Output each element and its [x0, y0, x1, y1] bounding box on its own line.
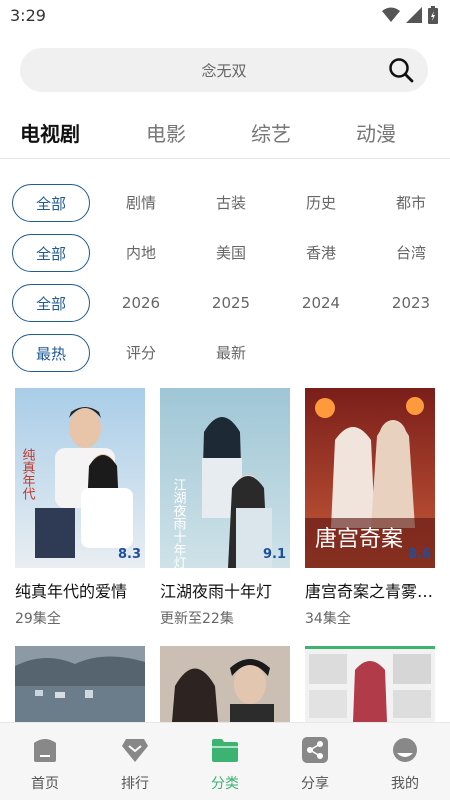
card-title: 唐宫奇案之青雾… — [305, 582, 434, 601]
nav-share[interactable]: 分享 — [285, 737, 345, 793]
filter-genre-urban[interactable]: 都市 — [372, 184, 450, 222]
bottom-nav: 首页 排行 分类 分享 我的 — [0, 722, 450, 800]
nav-profile-label: 我的 — [391, 776, 419, 792]
sort-latest[interactable]: 最新 — [192, 334, 270, 372]
poster-image[interactable]: 纯真年代 8.3 — [15, 388, 145, 568]
nav-category[interactable]: 分类 — [195, 737, 255, 793]
poster-image[interactable]: 唐宫奇案 8.6 — [305, 388, 435, 568]
tab-divider — [0, 158, 450, 159]
nav-category-label: 分类 — [211, 776, 239, 792]
diamond-icon — [122, 739, 148, 762]
svg-text:纯真年代: 纯真年代 — [20, 448, 36, 501]
profile-icon — [393, 738, 417, 762]
filter-year-2023[interactable]: 2023 — [372, 284, 450, 322]
poster-image[interactable] — [305, 646, 435, 722]
status-time: 3:29 — [10, 6, 46, 25]
filter-region-mainland[interactable]: 内地 — [102, 234, 180, 272]
filter-year-2026[interactable]: 2026 — [102, 284, 180, 322]
nav-home-label: 首页 — [31, 776, 59, 792]
tab-anime[interactable]: 动漫 — [356, 118, 396, 147]
filter-region-us[interactable]: 美国 — [192, 234, 270, 272]
nav-home[interactable]: 首页 — [15, 737, 75, 793]
filter-year-2025[interactable]: 2025 — [192, 284, 270, 322]
nav-ranking[interactable]: 排行 — [105, 737, 165, 793]
filter-year-2024[interactable]: 2024 — [282, 284, 360, 322]
home-icon — [34, 739, 56, 762]
filter-region-all[interactable]: 全部 — [12, 234, 90, 272]
filter-region-tw[interactable]: 台湾 — [372, 234, 450, 272]
status-icons — [382, 6, 438, 24]
poster-image[interactable] — [15, 646, 145, 722]
nav-profile[interactable]: 我的 — [375, 737, 435, 793]
episode-status: 34集全 — [305, 611, 351, 627]
category-tabs: 电视剧 电影 综艺 动漫 — [0, 110, 450, 158]
sort-rating[interactable]: 评分 — [102, 334, 180, 372]
sort-filter-row: 最热 评分 最新 — [12, 334, 442, 372]
poster-title-text: 唐宫奇案 — [315, 527, 403, 552]
search-bar[interactable]: 念无双 — [20, 48, 428, 92]
filter-region-hk[interactable]: 香港 — [282, 234, 360, 272]
poster-title-text: 江湖夜雨十年灯 — [171, 478, 187, 568]
filter-genre-history[interactable]: 历史 — [282, 184, 360, 222]
tab-variety[interactable]: 综艺 — [251, 118, 291, 147]
filter-genre-drama[interactable]: 剧情 — [102, 184, 180, 222]
rating-badge: 8.6 — [407, 547, 431, 562]
sort-hot[interactable]: 最热 — [12, 334, 90, 372]
signal-icon — [406, 7, 422, 23]
nav-ranking-label: 排行 — [121, 776, 149, 792]
filter-year-all[interactable]: 全部 — [12, 284, 90, 322]
tab-movie[interactable]: 电影 — [146, 118, 186, 147]
card-title: 江湖夜雨十年灯 — [160, 582, 273, 601]
filter-genre-costume[interactable]: 古装 — [192, 184, 270, 222]
poster-image[interactable] — [160, 646, 290, 722]
genre-filter-row: 全部 剧情 古装 历史 都市 — [12, 184, 442, 222]
year-filter-row: 全部 2026 2025 2024 2023 — [12, 284, 442, 322]
tab-tv[interactable]: 电视剧 — [20, 118, 80, 147]
search-placeholder: 念无双 — [201, 62, 247, 80]
region-filter-row: 全部 内地 美国 香港 台湾 — [12, 234, 442, 272]
wifi-icon — [382, 7, 400, 22]
card-title: 纯真年代的爱情 — [15, 582, 128, 601]
folder-icon — [212, 739, 238, 762]
battery-icon — [428, 6, 438, 24]
episode-status: 29集全 — [15, 611, 61, 627]
episode-status: 更新至22集 — [160, 611, 234, 627]
share-icon — [302, 737, 328, 763]
rating-badge: 8.3 — [117, 547, 141, 562]
search-icon[interactable] — [388, 57, 414, 83]
status-bar: 3:29 — [0, 0, 450, 32]
rating-badge: 9.1 — [262, 547, 286, 562]
poster-image[interactable]: 江湖夜雨十年灯 9.1 — [160, 388, 290, 568]
nav-share-label: 分享 — [301, 776, 329, 792]
filter-genre-all[interactable]: 全部 — [12, 184, 90, 222]
